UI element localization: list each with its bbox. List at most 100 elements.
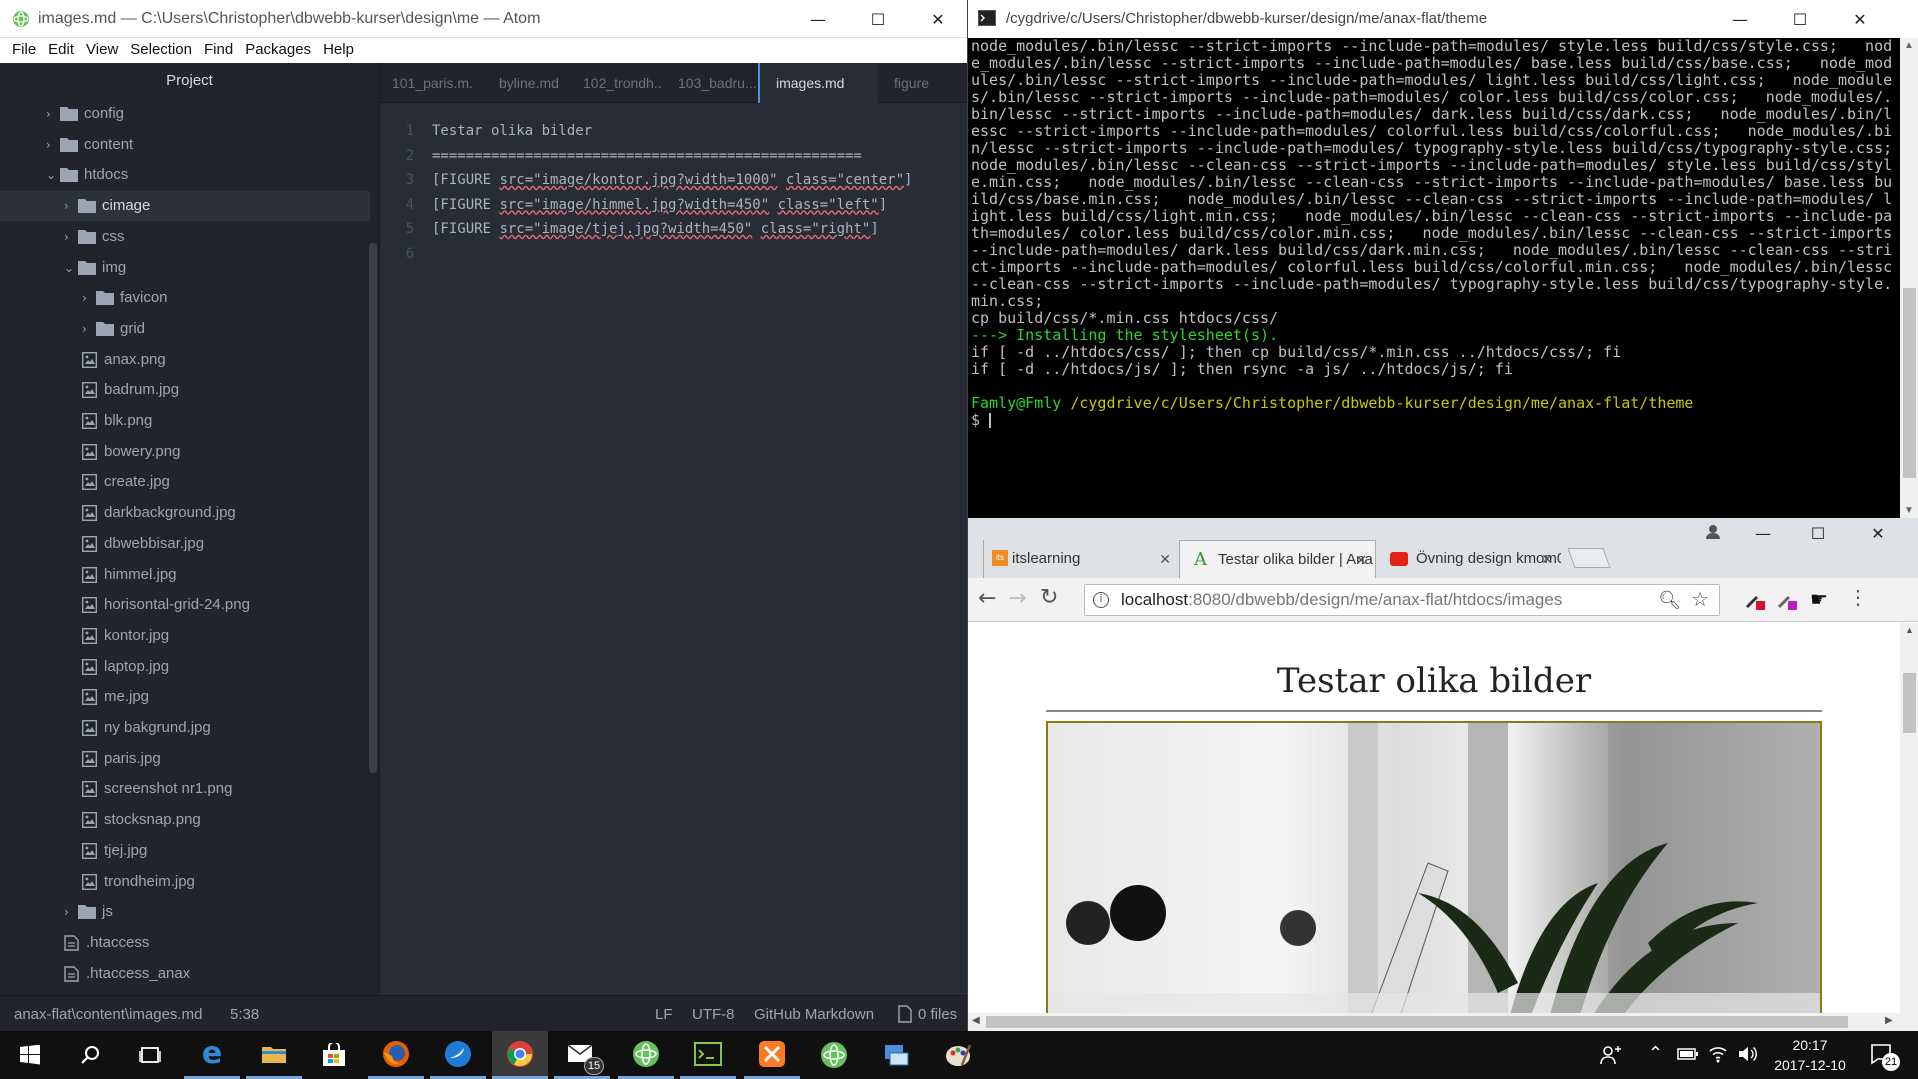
close-button[interactable]: ✕: [1848, 514, 1908, 552]
menu-file[interactable]: File: [0, 38, 36, 58]
people-icon[interactable]: [1600, 1045, 1622, 1065]
terminal-cursor[interactable]: [989, 413, 992, 428]
chevron-right-icon[interactable]: ›: [82, 314, 94, 344]
tree-folder[interactable]: › favicon: [0, 283, 370, 313]
code-line[interactable]: [FIGURE src="image/himmel.jpg?width=450"…: [432, 197, 887, 213]
editor-tab[interactable]: 101_paris.m..: [380, 63, 473, 103]
status-cursor-position[interactable]: 5:38: [230, 1006, 259, 1023]
chevron-right-icon[interactable]: ›: [64, 222, 76, 252]
wifi-icon[interactable]: [1708, 1045, 1728, 1063]
back-arrow-icon[interactable]: ←: [978, 588, 996, 610]
tree-file[interactable]: horisontal-grid-24.png: [0, 590, 370, 620]
tree-folder[interactable]: › js: [0, 897, 370, 927]
code-line[interactable]: [FIGURE src="image/tjej.jpg?width=450" c…: [432, 221, 879, 237]
color-picker-extension-icon[interactable]: [1776, 588, 1798, 610]
bookmark-star-icon[interactable]: ☆: [1691, 585, 1709, 615]
taskbar-paint[interactable]: [930, 1031, 986, 1079]
chevron-right-icon[interactable]: ›: [64, 897, 76, 927]
cursor-extension-icon[interactable]: ☛: [1810, 587, 1828, 612]
tree-file[interactable]: stocksnap.png: [0, 805, 370, 835]
page-horizontal-scrollbar[interactable]: ◀ ▶: [968, 1013, 1918, 1031]
maximize-button[interactable]: ☐: [1770, 0, 1830, 38]
tree-file[interactable]: ny bakgrund.jpg: [0, 713, 370, 743]
tree-file[interactable]: trondheim.jpg: [0, 867, 370, 897]
code-line[interactable]: Testar olika bilder: [432, 123, 592, 139]
browser-tab-itslearning[interactable]: its itslearning ✕: [983, 540, 1179, 578]
tab-close-icon[interactable]: ✕: [1355, 541, 1367, 578]
chevron-right-icon[interactable]: ›: [82, 283, 94, 313]
tree-folder[interactable]: › content: [0, 130, 370, 160]
browser-tab-active[interactable]: A Testar olika bilder | Ana ✕: [1179, 540, 1375, 578]
scroll-left-arrow-icon[interactable]: ◀: [972, 1015, 980, 1026]
chevron-up-icon[interactable]: ⌃: [1648, 1043, 1663, 1064]
reload-icon[interactable]: ↻: [1040, 587, 1058, 609]
menu-edit[interactable]: Edit: [36, 38, 74, 58]
tree-folder[interactable]: › css: [0, 222, 370, 252]
tree-file[interactable]: kontor.jpg: [0, 621, 370, 651]
scroll-up-arrow-icon[interactable]: ▲: [1905, 625, 1914, 635]
menu-selection[interactable]: Selection: [118, 38, 192, 58]
tree-file[interactable]: badrum.jpg: [0, 375, 370, 405]
tree-file[interactable]: darkbackground.jpg: [0, 498, 370, 528]
taskbar-terminal[interactable]: [680, 1031, 736, 1079]
code-line[interactable]: [FIGURE src="image/kontor.jpg?width=1000…: [432, 172, 912, 188]
scroll-right-arrow-icon[interactable]: ▶: [1885, 1015, 1893, 1026]
profile-icon[interactable]: [1706, 524, 1720, 540]
status-file-path[interactable]: anax-flat\content\images.md: [14, 1006, 202, 1023]
chevron-right-icon[interactable]: ›: [46, 99, 58, 129]
menu-view[interactable]: View: [74, 38, 118, 58]
volume-icon[interactable]: [1737, 1045, 1759, 1063]
taskbar-xampp[interactable]: [744, 1031, 800, 1079]
tree-folder[interactable]: › grid: [0, 314, 370, 344]
tab-close-icon[interactable]: ✕: [1541, 540, 1553, 578]
status-file-count[interactable]: 0 files: [918, 1006, 957, 1023]
taskbar-atom[interactable]: [618, 1031, 674, 1079]
zoom-icon[interactable]: 🔍︎: [1658, 585, 1681, 615]
status-encoding[interactable]: UTF-8: [692, 1006, 735, 1023]
editor-tab[interactable]: 102_trondh...: [567, 63, 662, 103]
scroll-thumb[interactable]: [1903, 288, 1916, 478]
taskbar-thunderbird[interactable]: [430, 1031, 486, 1079]
scroll-thumb[interactable]: [1903, 673, 1916, 733]
address-bar[interactable]: i localhost:8080/dbwebb/design/me/anax-f…: [1084, 584, 1720, 616]
terminal-output[interactable]: node_modules/.bin/lessc --strict-imports…: [971, 38, 1896, 518]
search-button[interactable]: [62, 1031, 118, 1079]
tree-folder[interactable]: › cimage: [0, 191, 370, 222]
task-view-button[interactable]: [122, 1031, 178, 1079]
system-clock[interactable]: 20:17 2017-12-10: [1760, 1035, 1860, 1075]
editor-tab[interactable]: figure: [878, 63, 967, 103]
terminal-scrollbar[interactable]: ▲ ▼: [1900, 38, 1918, 518]
tree-file[interactable]: paris.jpg: [0, 744, 370, 774]
info-icon[interactable]: i: [1093, 592, 1109, 608]
editor-tab-active[interactable]: images.md: [758, 63, 878, 103]
terminal-title-bar[interactable]: /cygdrive/c/Users/Christopher/dbwebb-kur…: [968, 0, 1918, 38]
taskbar-atom-2[interactable]: [806, 1031, 862, 1079]
code-line[interactable]: ========================================…: [432, 148, 862, 164]
tab-close-icon[interactable]: ✕: [1159, 540, 1171, 578]
taskbar-edge[interactable]: e: [184, 1031, 240, 1079]
start-button[interactable]: [2, 1031, 58, 1079]
browser-tab-youtube[interactable]: Övning design kmom0 ✕: [1375, 540, 1561, 578]
scroll-thumb[interactable]: [986, 1016, 1848, 1028]
battery-icon[interactable]: [1677, 1048, 1699, 1060]
chevron-down-icon[interactable]: ⌄: [64, 253, 76, 283]
tree-folder[interactable]: ⌄ htdocs: [0, 160, 370, 190]
chevron-right-icon[interactable]: ›: [46, 130, 58, 160]
tree-file[interactable]: bowery.png: [0, 437, 370, 467]
taskbar-store[interactable]: [306, 1031, 362, 1079]
tree-file[interactable]: laptop.jpg: [0, 652, 370, 682]
chevron-right-icon[interactable]: ›: [64, 191, 76, 221]
taskbar-file-explorer[interactable]: [246, 1031, 302, 1079]
scroll-up-arrow-icon[interactable]: ▲: [1904, 40, 1914, 51]
close-button[interactable]: ✕: [908, 0, 968, 38]
editor-tab[interactable]: 103_badru...: [662, 63, 758, 103]
tree-file[interactable]: dbwebbisar.jpg: [0, 529, 370, 559]
tree-file[interactable]: create.jpg: [0, 467, 370, 497]
tree-file[interactable]: .htaccess_anax: [0, 959, 370, 989]
action-center-icon[interactable]: 21: [1870, 1043, 1900, 1071]
taskbar-mail[interactable]: 15: [554, 1031, 610, 1079]
status-grammar[interactable]: GitHub Markdown: [754, 1006, 874, 1023]
taskbar-firefox[interactable]: [368, 1031, 424, 1079]
minimize-button[interactable]: —: [788, 0, 848, 38]
tree-file[interactable]: me.jpg: [0, 682, 370, 712]
